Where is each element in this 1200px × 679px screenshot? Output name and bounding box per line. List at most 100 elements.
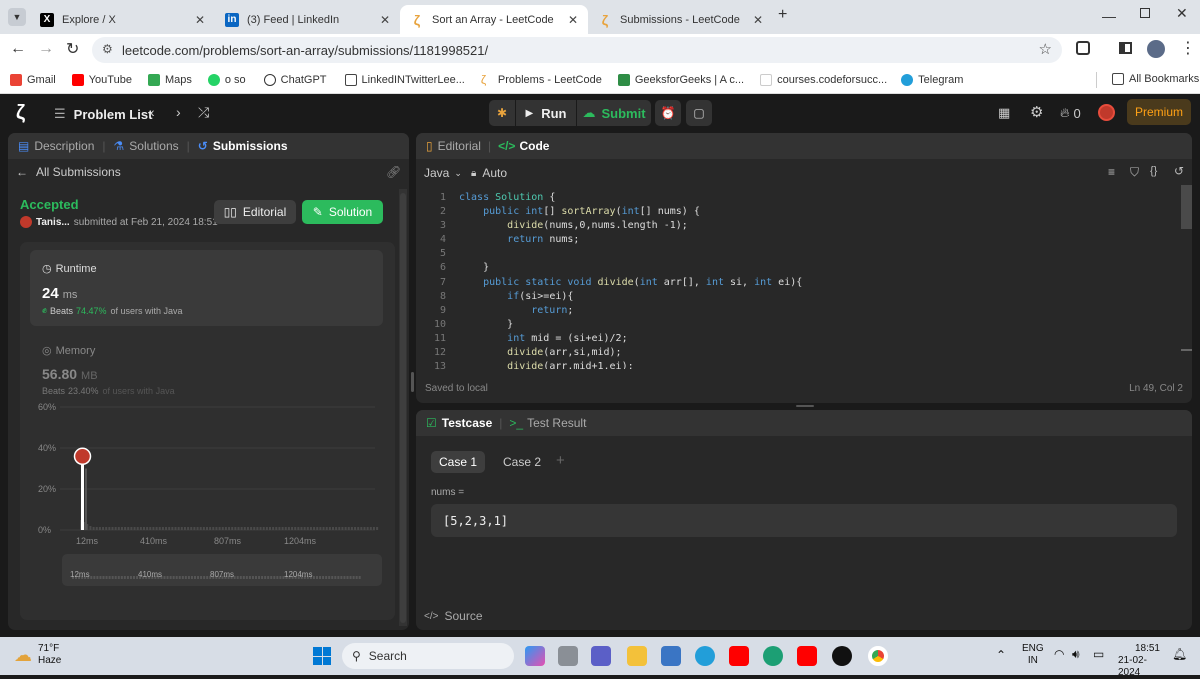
- language-indicator[interactable]: ENG IN: [1022, 643, 1044, 667]
- url-field[interactable]: ⚙ leetcode.com/problems/sort-an-array/su…: [92, 37, 1062, 63]
- shuffle-icon[interactable]: ⤮: [198, 104, 209, 121]
- more-menu-icon[interactable]: ⋮: [1180, 38, 1196, 58]
- editor-scrollbar[interactable]: [1181, 185, 1192, 229]
- new-tab-button[interactable]: +: [778, 6, 787, 24]
- restore-button[interactable]: [1140, 8, 1150, 18]
- chevron-up-icon[interactable]: ⌃: [996, 648, 1006, 662]
- tab-submissions[interactable]: ζ Submissions - LeetCode ✕: [588, 5, 773, 34]
- case-2-tab[interactable]: Case 2: [495, 451, 549, 473]
- scrollbar-thumb[interactable]: [400, 193, 406, 623]
- tab-sort-array[interactable]: ζ Sort an Array - LeetCode ✕: [400, 5, 588, 34]
- bookmark-problems[interactable]: ζ Problems - LeetCode: [481, 74, 602, 86]
- solution-button[interactable]: ✎ Solution: [302, 200, 383, 224]
- layout-icon[interactable]: ▦: [998, 105, 1010, 121]
- format-icon[interactable]: ≡: [1108, 165, 1115, 179]
- run-button[interactable]: ▶ Run: [516, 100, 576, 126]
- add-case-button[interactable]: +: [556, 452, 565, 469]
- memory-card[interactable]: ◎ Memory 56.80 MB Beats 23.40% of users w…: [30, 330, 383, 400]
- tab-solutions[interactable]: ⚗ Solutions: [114, 139, 179, 153]
- leetcode-logo-icon[interactable]: ζ: [16, 102, 25, 125]
- tab-test-result[interactable]: >_ Test Result: [509, 416, 586, 430]
- prev-problem-icon[interactable]: ‹: [150, 104, 155, 120]
- link-icon[interactable]: 🔗︎: [386, 165, 401, 179]
- copilot-icon[interactable]: [525, 646, 545, 666]
- extensions-icon[interactable]: [1076, 41, 1090, 55]
- reload-icon[interactable]: ↻: [66, 39, 79, 59]
- tab-editorial[interactable]: ▯ Editorial: [426, 139, 481, 153]
- minimize-button[interactable]: —: [1102, 8, 1116, 24]
- clock[interactable]: 18:51 21-02-2024: [1118, 643, 1160, 679]
- settings-gear-icon[interactable]: ⚙: [1030, 103, 1043, 121]
- battery-icon[interactable]: ▭: [1093, 647, 1104, 661]
- code-editor[interactable]: 1 class Solution {2 public int[] sortArra…: [416, 191, 1182, 369]
- weather-widget[interactable]: ☁ 71°F Haze: [14, 643, 61, 667]
- runtime-distribution-chart[interactable]: 60% 40% 20% 0% 12ms 410ms 807ms 1204ms 12ms 410ms…: [20, 402, 395, 612]
- tab-testcase[interactable]: ☑ Testcase: [426, 416, 492, 430]
- debug-button[interactable]: ✱: [489, 100, 515, 126]
- notification-icon[interactable]: 🔔︎: [1172, 647, 1187, 661]
- bookmark-star-icon[interactable]: ☆: [1039, 40, 1052, 58]
- tab-x[interactable]: X Explore / X ✕: [30, 5, 215, 34]
- chrome-icon[interactable]: [868, 646, 888, 666]
- close-icon[interactable]: ✕: [380, 13, 390, 27]
- tab-linkedin[interactable]: in (3) Feed | LinkedIn ✕: [215, 5, 400, 34]
- runtime-card[interactable]: ◷ Runtime 24 ms ✊︎ Beats 74.47% of users …: [30, 250, 383, 326]
- bookmark-youtube[interactable]: YouTube: [71, 73, 132, 86]
- close-icon[interactable]: ✕: [195, 13, 205, 27]
- all-submissions-link[interactable]: ← All Submissions: [16, 165, 121, 179]
- tab-description[interactable]: ▤ Description: [18, 139, 94, 153]
- close-icon[interactable]: ✕: [753, 13, 763, 27]
- bookmark-courses[interactable]: courses.codeforsucc...: [760, 73, 887, 86]
- submit-button[interactable]: ☁ Submit: [577, 100, 651, 126]
- bookmark-folder-linkedin[interactable]: LinkedINTwitterLee...: [344, 73, 465, 86]
- streak-counter[interactable]: 🔥︎ 0: [1060, 105, 1081, 121]
- youtube-icon[interactable]: [729, 646, 749, 666]
- bookmark-icon[interactable]: ⛉: [1130, 165, 1139, 180]
- reset-icon[interactable]: ↺: [1174, 164, 1184, 178]
- file-explorer-icon[interactable]: [627, 646, 647, 666]
- taskbar-search[interactable]: ⚲ Search: [342, 643, 514, 669]
- editorial-button[interactable]: ▯▯ Editorial: [214, 200, 296, 224]
- meet-icon[interactable]: [591, 646, 611, 666]
- case-1-tab[interactable]: Case 1: [431, 451, 485, 473]
- author-name[interactable]: Tanis...: [36, 217, 70, 228]
- store-icon[interactable]: [661, 646, 681, 666]
- close-icon[interactable]: ✕: [568, 13, 578, 27]
- bookmark-telegram[interactable]: Telegram: [901, 73, 963, 86]
- notes-button[interactable]: ▢: [686, 100, 712, 126]
- panel-resize-handle[interactable]: [411, 372, 414, 392]
- bookmark-gfg[interactable]: GeeksforGeeks | A c...: [617, 73, 744, 86]
- premium-button[interactable]: Premium: [1127, 99, 1191, 125]
- close-window-button[interactable]: ✕: [1176, 5, 1188, 22]
- forward-arrow-icon[interactable]: →: [38, 40, 54, 58]
- source-link[interactable]: </> Source: [424, 609, 483, 623]
- problem-list-button[interactable]: ☰ Problem List: [54, 106, 152, 122]
- user-avatar[interactable]: [1098, 104, 1115, 121]
- language-select[interactable]: Java ⌄: [424, 166, 462, 180]
- bookmark-maps[interactable]: Maps: [147, 73, 192, 86]
- youtube-icon[interactable]: [797, 646, 817, 666]
- site-info-icon[interactable]: ⚙: [102, 42, 113, 56]
- task-view-icon[interactable]: [558, 646, 578, 666]
- bookmark-oso[interactable]: o so: [207, 73, 246, 86]
- tab-submissions[interactable]: ↺ Submissions: [198, 139, 288, 153]
- bookmark-chatgpt[interactable]: ChatGPT: [263, 73, 327, 86]
- windows-start-icon[interactable]: [313, 647, 331, 665]
- wifi-icon[interactable]: ◠: [1054, 647, 1064, 661]
- telegram-icon[interactable]: [695, 646, 715, 666]
- all-bookmarks[interactable]: All Bookmarks: [1112, 73, 1199, 85]
- timer-button[interactable]: ⏰: [655, 100, 681, 126]
- next-problem-icon[interactable]: ›: [176, 104, 181, 120]
- auto-mode[interactable]: 🔒︎ Auto: [471, 166, 507, 180]
- bookmark-gmail[interactable]: Gmail: [10, 73, 56, 86]
- volume-icon[interactable]: 🔊︎: [1072, 647, 1080, 662]
- sidebar-icon[interactable]: [1119, 42, 1132, 54]
- tab-code[interactable]: </> Code: [498, 139, 549, 153]
- github-icon[interactable]: [832, 646, 852, 666]
- vertical-resize-handle[interactable]: [796, 405, 814, 407]
- profile-avatar[interactable]: [1147, 40, 1165, 58]
- nums-input[interactable]: [5,2,3,1]: [431, 504, 1177, 537]
- edge-icon[interactable]: [763, 646, 783, 666]
- braces-icon[interactable]: {}: [1150, 165, 1157, 177]
- tab-list-dropdown[interactable]: ▼: [8, 8, 26, 26]
